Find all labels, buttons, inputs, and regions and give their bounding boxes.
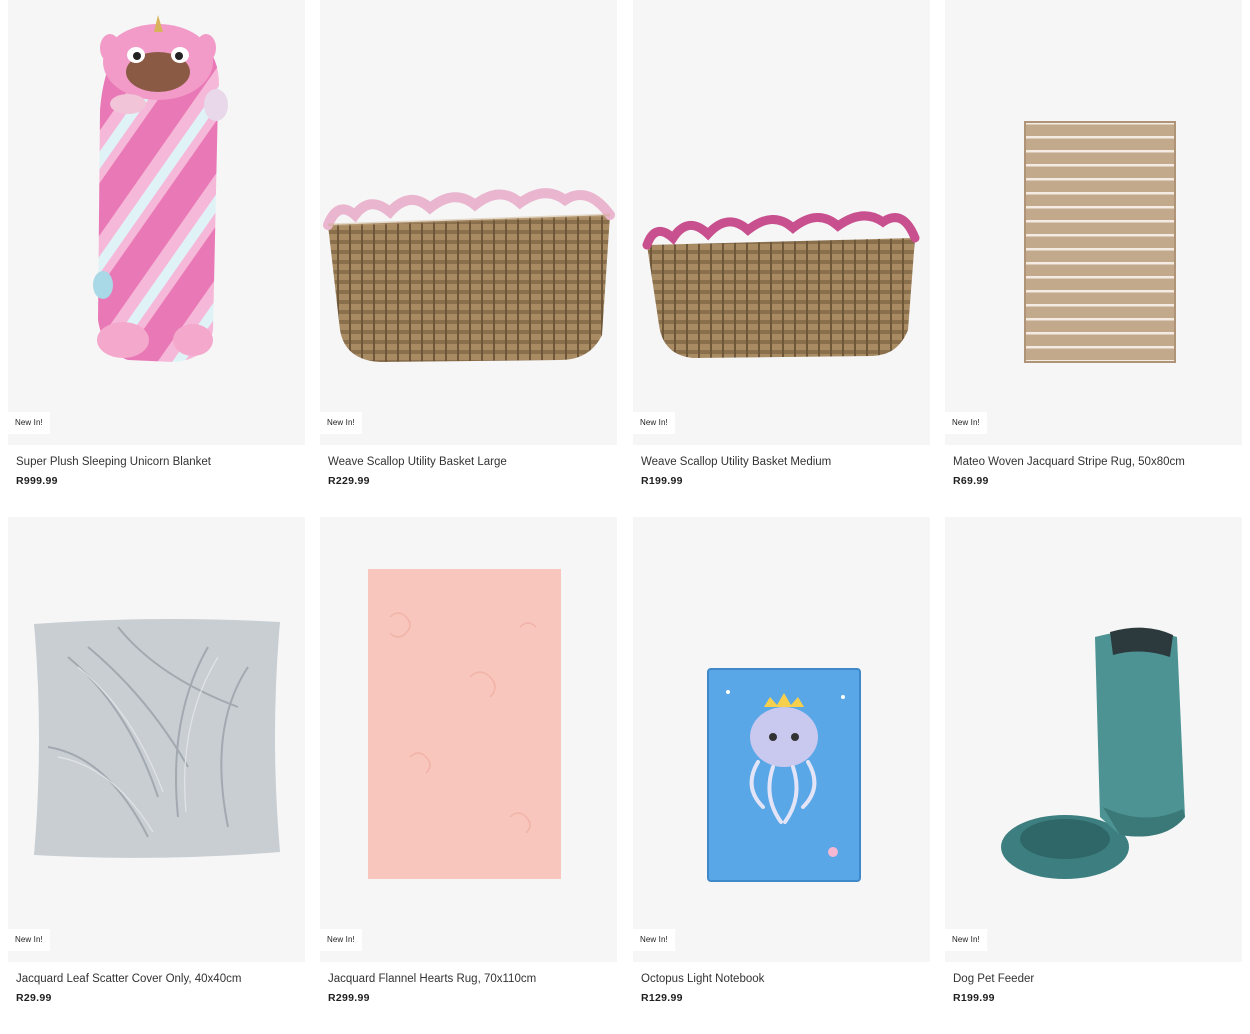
new-in-badge: New In! <box>633 929 675 951</box>
product-price: R229.99 <box>328 475 370 487</box>
product-image[interactable]: New In! <box>320 517 617 962</box>
woven-basket-image <box>642 211 920 358</box>
product-card[interactable]: New In! Weave Scallop Utility Basket Med… <box>633 0 930 500</box>
product-image[interactable]: New In! <box>8 517 305 962</box>
product-name[interactable]: Weave Scallop Utility Basket Large <box>328 455 613 469</box>
product-card[interactable]: New In! Jacquard Flannel Hearts Rug, 70x… <box>320 517 617 1017</box>
product-name[interactable]: Mateo Woven Jacquard Stripe Rug, 50x80cm <box>953 455 1238 469</box>
product-name[interactable]: Super Plush Sleeping Unicorn Blanket <box>16 455 301 469</box>
unicorn-blanket-image <box>93 15 228 362</box>
new-in-badge: New In! <box>945 929 987 951</box>
new-in-badge: New In! <box>320 929 362 951</box>
product-image[interactable]: New In! <box>945 0 1242 445</box>
product-price: R199.99 <box>641 475 683 487</box>
product-price: R29.99 <box>16 992 52 1004</box>
product-card[interactable]: New In! Dog Pet Feeder R199.99 <box>945 517 1242 1017</box>
woven-basket-image <box>323 188 615 362</box>
product-image[interactable]: New In! <box>320 0 617 445</box>
product-name[interactable]: Octopus Light Notebook <box>641 972 926 986</box>
product-image[interactable]: New In! <box>633 0 930 445</box>
product-price: R129.99 <box>641 992 683 1004</box>
product-card[interactable]: New In! Weave Scallop Utility Basket Lar… <box>320 0 617 500</box>
cushion-cover-image <box>34 618 280 858</box>
notebook-image <box>707 668 861 882</box>
product-image[interactable]: New In! <box>945 517 1242 962</box>
product-grid: New In! Super Plush Sleeping Unicorn Bla… <box>0 0 1250 1034</box>
product-card[interactable]: New In! Mateo Woven Jacquard Stripe Rug,… <box>945 0 1242 500</box>
product-price: R299.99 <box>328 992 370 1004</box>
product-name[interactable]: Jacquard Flannel Hearts Rug, 70x110cm <box>328 972 613 986</box>
striped-rug-image <box>1024 121 1176 363</box>
pet-feeder-image <box>1001 627 1185 879</box>
new-in-badge: New In! <box>320 412 362 434</box>
new-in-badge: New In! <box>8 412 50 434</box>
product-name[interactable]: Dog Pet Feeder <box>953 972 1238 986</box>
product-card[interactable]: New In! Octopus Light Notebook R129.99 <box>633 517 930 1017</box>
product-price: R999.99 <box>16 475 58 487</box>
product-card[interactable]: New In! Jacquard Leaf Scatter Cover Only… <box>8 517 305 1017</box>
product-name[interactable]: Weave Scallop Utility Basket Medium <box>641 455 926 469</box>
new-in-badge: New In! <box>945 412 987 434</box>
product-price: R199.99 <box>953 992 995 1004</box>
new-in-badge: New In! <box>633 412 675 434</box>
pink-rug-image <box>368 569 561 879</box>
product-card[interactable]: New In! Super Plush Sleeping Unicorn Bla… <box>8 0 305 500</box>
product-image[interactable]: New In! <box>8 0 305 445</box>
product-name[interactable]: Jacquard Leaf Scatter Cover Only, 40x40c… <box>16 972 301 986</box>
new-in-badge: New In! <box>8 929 50 951</box>
product-price: R69.99 <box>953 475 989 487</box>
product-image[interactable]: New In! <box>633 517 930 962</box>
